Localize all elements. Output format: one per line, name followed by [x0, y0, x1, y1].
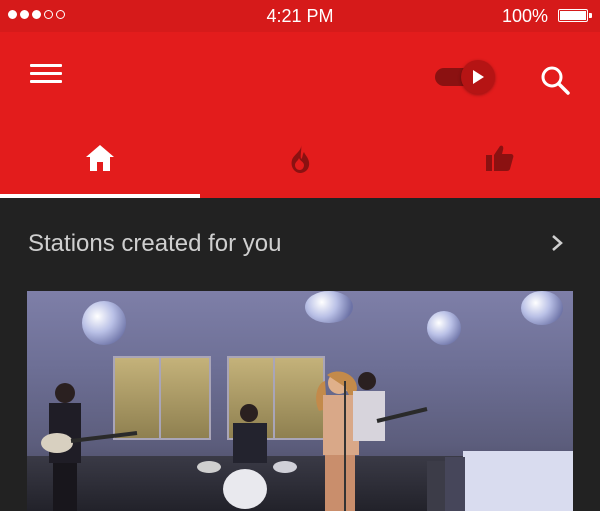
home-icon	[86, 145, 114, 171]
app-bar	[0, 32, 600, 198]
music-toggle[interactable]	[435, 60, 495, 94]
disco-ball	[305, 291, 353, 323]
chevron-right-icon	[552, 235, 563, 251]
status-bar: 4:21 PM 100%	[0, 0, 600, 32]
search-icon[interactable]	[538, 63, 572, 97]
tab-trending[interactable]	[200, 128, 400, 198]
disco-ball	[82, 301, 126, 345]
tab-home[interactable]	[0, 128, 200, 198]
battery-icon	[558, 9, 592, 22]
band-performers	[41, 371, 465, 511]
flame-icon	[291, 145, 310, 173]
station-card-thumbnail[interactable]	[27, 291, 573, 511]
thumbs-up-icon	[486, 145, 514, 171]
section-title: Stations created for you	[28, 230, 282, 257]
disco-ball	[521, 291, 563, 325]
stations-section-header[interactable]: Stations created for you	[0, 198, 600, 290]
play-icon	[461, 60, 495, 94]
tab-liked[interactable]	[400, 128, 600, 198]
menu-icon[interactable]	[30, 64, 62, 90]
tab-bar	[0, 128, 600, 198]
battery-percent: 100%	[501, 6, 548, 26]
disco-ball	[427, 311, 461, 345]
